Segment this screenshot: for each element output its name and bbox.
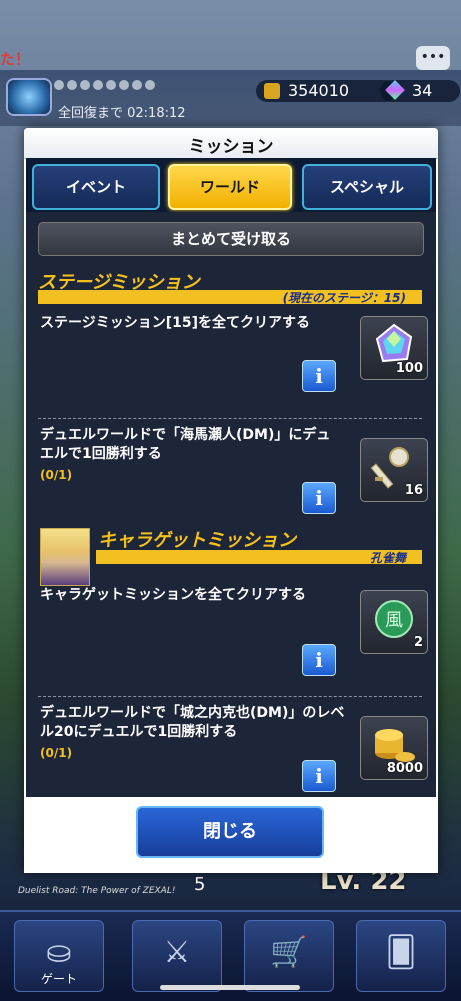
collect-all-button[interactable]: まとめて受け取る bbox=[38, 222, 424, 256]
divider bbox=[38, 418, 422, 419]
mission-dialog: ミッション イベント ワールド スペシャル まとめて受け取る ステージミッション… bbox=[24, 128, 438, 873]
mission-text: デュエルワールドで「海馬瀬人(DM)」にデュエルで1回勝利する bbox=[40, 427, 331, 462]
chat-bubble-icon[interactable]: ••• bbox=[416, 46, 450, 70]
reward-qty: 8000 bbox=[386, 761, 423, 776]
tab-world[interactable]: ワールド bbox=[168, 164, 292, 210]
chara-section-subtitle: 孔雀舞 bbox=[369, 551, 406, 565]
reward-qty: 16 bbox=[404, 483, 423, 498]
close-button[interactable]: 閉じる bbox=[136, 806, 324, 858]
mission-item: デュエルワールドで「海馬瀬人(DM)」にデュエルで1回勝利する (0/1) 16… bbox=[38, 426, 428, 518]
stage-section-subtitle: (現在のステージ：15) bbox=[282, 291, 406, 305]
gem-counter[interactable]: 34 bbox=[380, 80, 460, 102]
mission-item: キャラゲットミッションを全てクリアする 風 2 i bbox=[38, 586, 428, 678]
chara-section-title: キャラゲットミッション bbox=[98, 530, 296, 551]
reward-qty: 2 bbox=[413, 635, 423, 650]
stamina-dots bbox=[54, 80, 155, 90]
reward-qty: 100 bbox=[395, 361, 423, 376]
dialog-footer: 閉じる bbox=[24, 798, 438, 873]
tab-event[interactable]: イベント bbox=[32, 164, 160, 210]
banner-text: Duelist Road: The Power of ZEXAL! bbox=[18, 886, 176, 896]
info-button[interactable]: i bbox=[302, 360, 336, 392]
mission-text: キャラゲットミッションを全てクリアする bbox=[40, 587, 306, 603]
info-button[interactable]: i bbox=[302, 644, 336, 676]
gold-coin-icon bbox=[264, 83, 280, 99]
home-indicator bbox=[160, 985, 300, 990]
chara-avatar bbox=[40, 528, 90, 586]
recovery-timer: 全回復まで 02:18:12 bbox=[58, 106, 186, 121]
dialog-header: ミッション bbox=[24, 128, 438, 159]
nav-cards[interactable]: 🂠 bbox=[356, 920, 446, 992]
deck-count: 5 bbox=[194, 874, 206, 895]
tab-special[interactable]: スペシャル bbox=[302, 164, 432, 210]
info-button[interactable]: i bbox=[302, 482, 336, 514]
shop-cart-icon: 🛒 bbox=[270, 935, 308, 970]
gold-value: 354010 bbox=[288, 81, 350, 100]
mission-list[interactable]: まとめて受け取る ステージミッション (現在のステージ：15) ステージミッショ… bbox=[26, 212, 436, 797]
swords-icon: ⚔ bbox=[163, 935, 191, 970]
stage-section-bar: (現在のステージ：15) bbox=[38, 290, 422, 305]
gem-value: 34 bbox=[412, 81, 433, 100]
gate-icon: ⛀ bbox=[46, 935, 72, 970]
nav-gate[interactable]: ⛀ ゲート bbox=[14, 920, 104, 992]
reward-box[interactable]: 8000 bbox=[360, 716, 428, 780]
tab-bar: イベント ワールド スペシャル bbox=[26, 158, 436, 212]
cards-icon: 🂠 bbox=[385, 935, 417, 970]
mission-item: デュエルワールドで「城之内克也(DM)」のレベル20にデュエルで1回勝利する (… bbox=[38, 704, 428, 796]
reward-box[interactable]: 16 bbox=[360, 438, 428, 502]
gold-counter[interactable]: 354010 bbox=[256, 80, 396, 102]
nav-gate-label: ゲート bbox=[40, 972, 77, 986]
dialog-title: ミッション bbox=[188, 137, 274, 157]
mission-progress: (0/1) bbox=[40, 746, 73, 760]
svg-text:風: 風 bbox=[385, 610, 403, 631]
mission-text: ステージミッション[15]を全てクリアする bbox=[40, 315, 310, 331]
mission-item: ステージミッション[15]を全てクリアする 100 i bbox=[38, 314, 428, 394]
divider bbox=[38, 696, 422, 697]
reward-box[interactable]: 風 2 bbox=[360, 590, 428, 654]
player-avatar[interactable] bbox=[6, 78, 52, 116]
reward-box[interactable]: 100 bbox=[360, 316, 428, 380]
nav-duel[interactable]: ⚔ bbox=[132, 920, 222, 992]
chara-section-bar: 孔雀舞 bbox=[96, 550, 422, 565]
alert-text: た！ bbox=[0, 50, 31, 68]
mission-text: デュエルワールドで「城之内克也(DM)」のレベル20にデュエルで1回勝利する bbox=[40, 705, 345, 740]
gem-icon bbox=[385, 80, 405, 100]
mission-progress: (0/1) bbox=[40, 468, 73, 482]
nav-shop[interactable]: 🛒 bbox=[244, 920, 334, 992]
info-button[interactable]: i bbox=[302, 760, 336, 792]
